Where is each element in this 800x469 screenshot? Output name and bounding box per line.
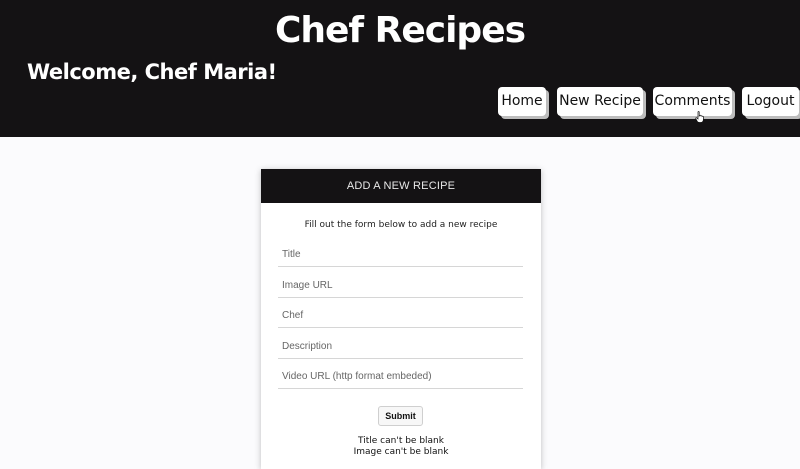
- new-recipe-form-card: ADD A NEW RECIPE Fill out the form below…: [261, 169, 541, 469]
- description-input[interactable]: [278, 335, 523, 359]
- site-header: Chef Recipes Welcome, Chef Maria! Home N…: [0, 0, 800, 137]
- nav-logout-button[interactable]: Logout: [742, 87, 799, 116]
- title-input[interactable]: [278, 243, 523, 267]
- submit-button[interactable]: Submit: [378, 406, 423, 426]
- form-instructions: Fill out the form below to add a new rec…: [304, 220, 498, 230]
- nav-home-button[interactable]: Home: [498, 87, 546, 116]
- video-url-input[interactable]: [278, 365, 523, 389]
- error-message: Title can't be blank: [358, 436, 444, 446]
- nav-comments-button[interactable]: Comments: [653, 87, 732, 116]
- form-heading: ADD A NEW RECIPE: [261, 169, 541, 203]
- error-list: Title can't be blank Image can't be blan…: [261, 436, 541, 458]
- site-title: Chef Recipes: [274, 10, 526, 51]
- nav-new-recipe-button[interactable]: New Recipe: [557, 87, 643, 116]
- chef-input[interactable]: [278, 304, 523, 328]
- welcome-message: Welcome, Chef Maria!: [27, 60, 277, 84]
- image-url-input[interactable]: [278, 274, 523, 298]
- hand-pointer-icon: [695, 111, 704, 123]
